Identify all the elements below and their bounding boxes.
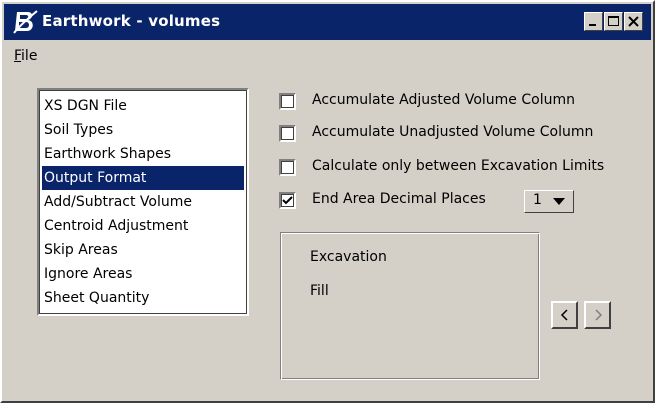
list-item-output-format[interactable]: Output Format — [42, 166, 244, 190]
list-item-soil-types[interactable]: Soil Types — [42, 118, 244, 142]
list-item-centroid-adjustment[interactable]: Centroid Adjustment — [42, 214, 244, 238]
list-item-skip-areas[interactable]: Skip Areas — [42, 238, 244, 262]
list-item-xs-dgn-file[interactable]: XS DGN File — [42, 94, 244, 118]
list-item-add-subtract-volume[interactable]: Add/Subtract Volume — [42, 190, 244, 214]
volume-columns-box: Excavation Fill — [280, 232, 540, 380]
menu-file-mnemonic: F — [14, 48, 22, 64]
category-list[interactable]: XS DGN File Soil Types Earthwork Shapes … — [37, 88, 249, 316]
accumulate-adjusted-checkbox[interactable] — [279, 93, 296, 110]
column-excavation[interactable]: Excavation — [310, 249, 387, 265]
end-area-decimal-checkbox[interactable] — [279, 192, 296, 209]
column-fill[interactable]: Fill — [310, 283, 329, 299]
chevron-left-icon — [560, 309, 568, 321]
maximize-icon — [608, 16, 619, 26]
list-item-ignore-areas[interactable]: Ignore Areas — [42, 262, 244, 286]
end-area-decimal-label: End Area Decimal Places — [312, 191, 486, 207]
close-button[interactable] — [624, 12, 643, 31]
minimize-button[interactable] — [584, 12, 603, 31]
move-right-button[interactable] — [584, 301, 611, 329]
accumulate-unadjusted-label: Accumulate Unadjusted Volume Column — [312, 124, 594, 140]
list-item-earthwork-shapes[interactable]: Earthwork Shapes — [42, 142, 244, 166]
accumulate-adjusted-label: Accumulate Adjusted Volume Column — [312, 92, 575, 108]
decimal-places-select[interactable]: 1 — [524, 190, 574, 213]
checkmark-icon — [282, 196, 293, 205]
dropdown-arrow-icon — [553, 198, 565, 205]
accumulate-unadjusted-checkbox[interactable] — [279, 125, 296, 142]
maximize-button[interactable] — [604, 12, 623, 31]
close-icon — [628, 16, 639, 27]
title-bar[interactable]: Earthwork - volumes — [4, 4, 651, 40]
chevron-right-icon — [595, 309, 603, 321]
menu-file[interactable]: File — [14, 48, 37, 64]
minimize-icon — [589, 24, 596, 26]
list-item-sheet-quantity[interactable]: Sheet Quantity — [42, 286, 244, 310]
menu-file-rest: ile — [21, 48, 38, 64]
decimal-places-value: 1 — [533, 192, 542, 208]
excavation-limits-checkbox[interactable] — [279, 159, 296, 176]
bentley-b-icon — [13, 10, 38, 34]
menu-bar: File — [4, 40, 651, 70]
window-title: Earthwork - volumes — [42, 12, 221, 30]
earthwork-volumes-window: Earthwork - volumes File XS DGN File Soi… — [0, 0, 655, 403]
move-left-button[interactable] — [551, 301, 578, 329]
excavation-limits-label: Calculate only between Excavation Limits — [312, 158, 605, 174]
